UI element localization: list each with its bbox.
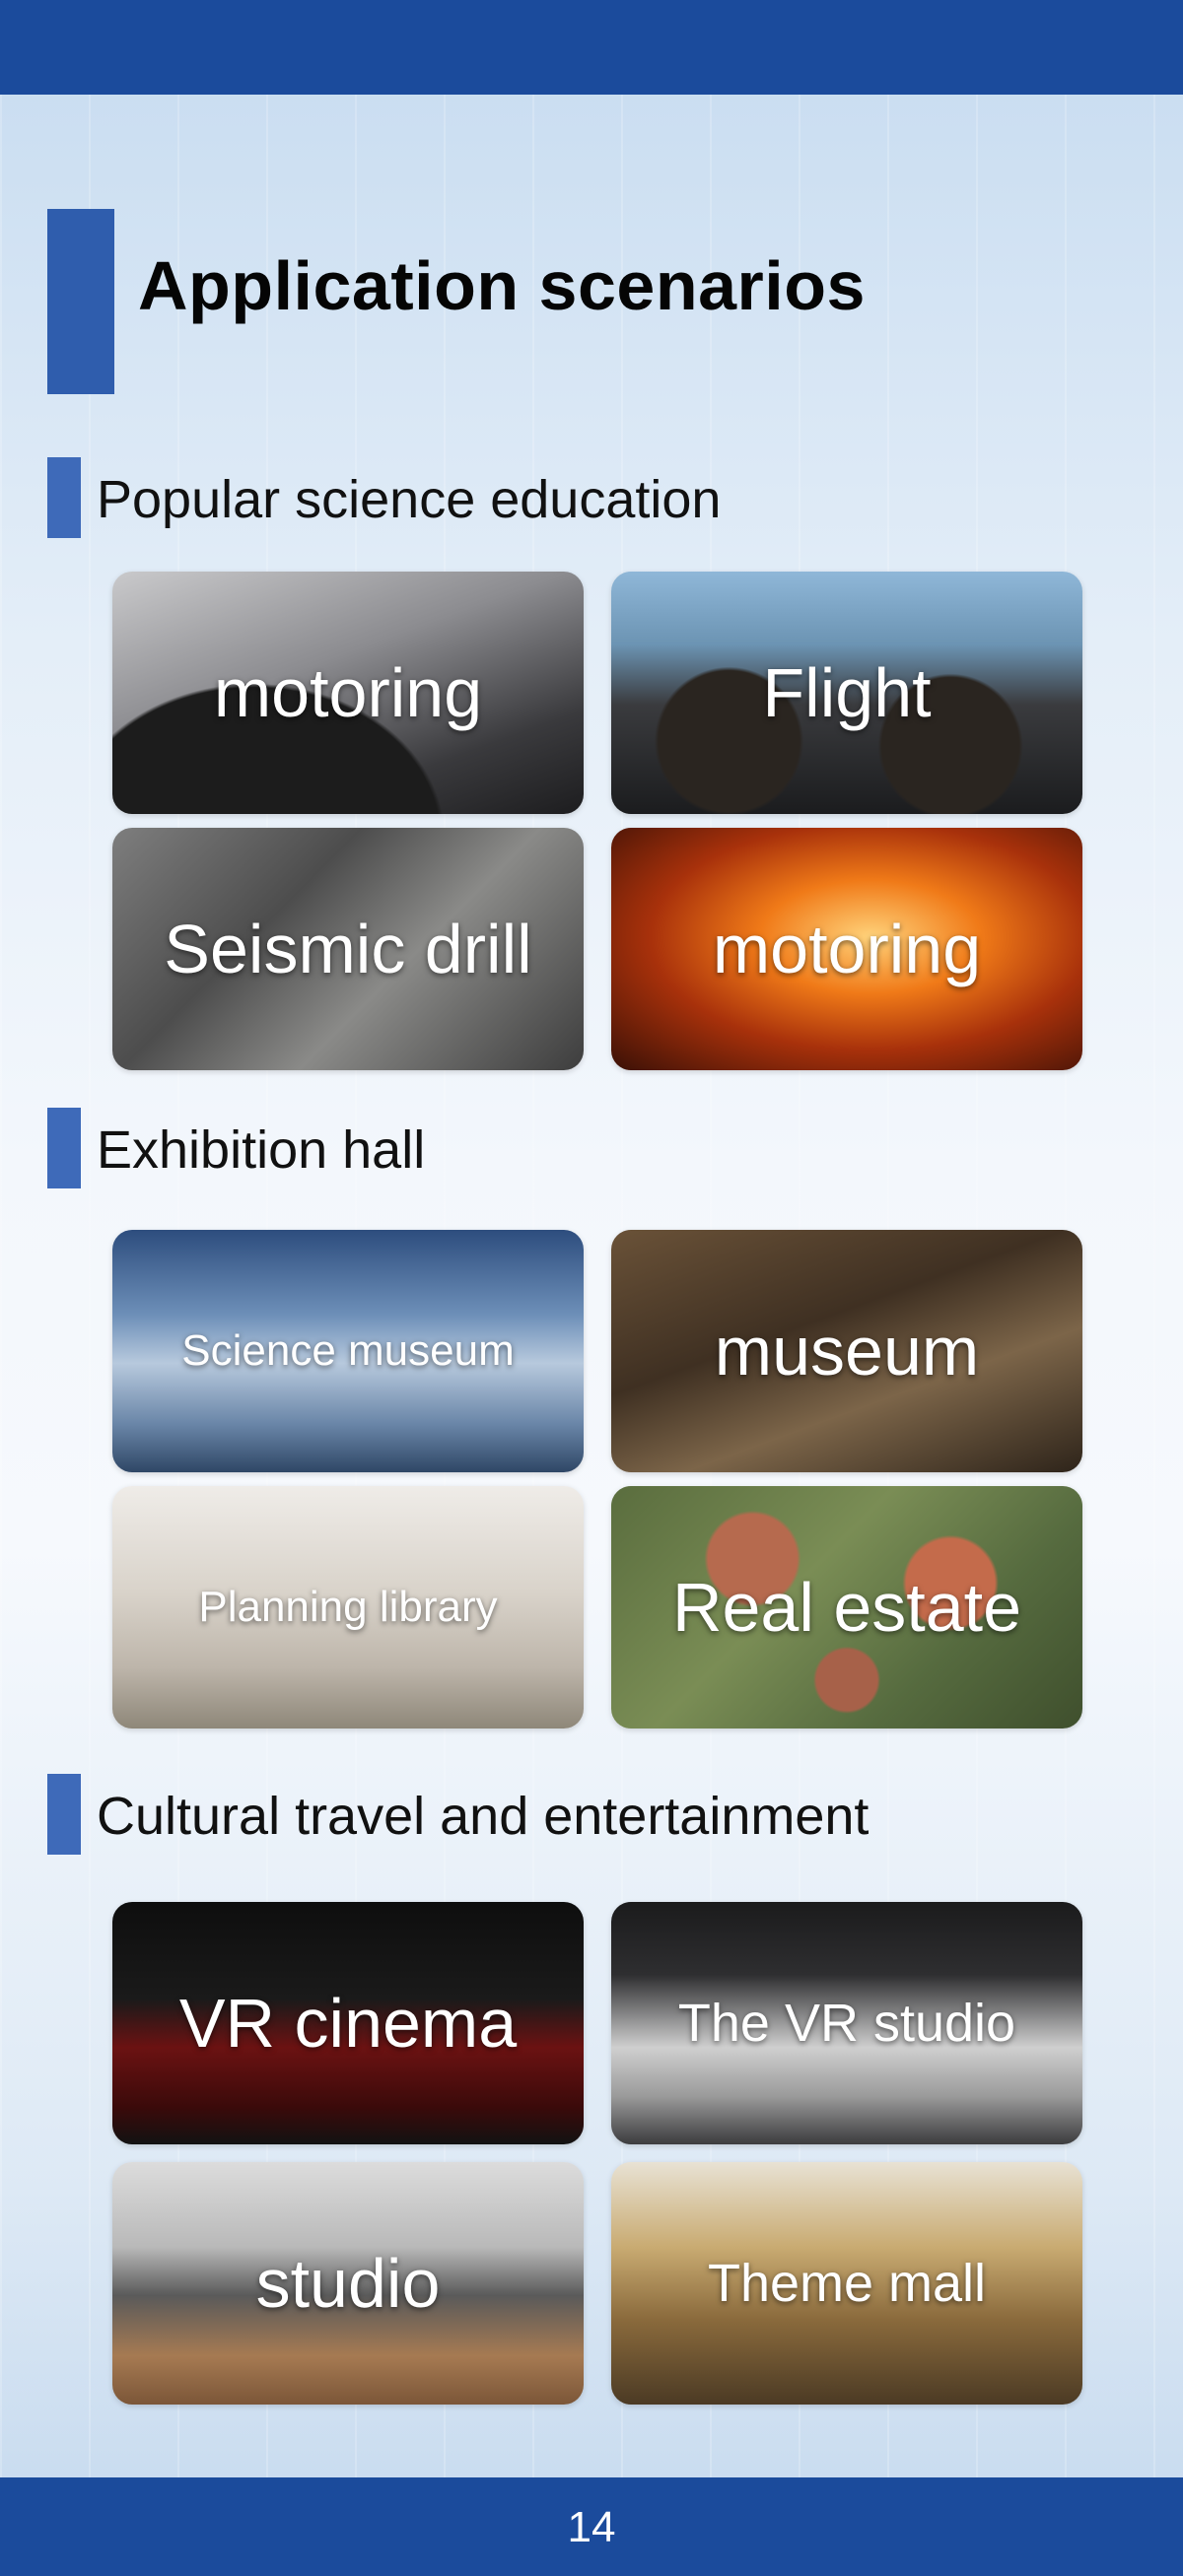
section-title-exhibition-hall: Exhibition hall	[97, 1120, 426, 1180]
tile-caption: Theme mall	[707, 2254, 987, 2313]
tile-caption: motoring	[213, 654, 483, 731]
section-title-cultural-travel: Cultural travel and entertainment	[97, 1787, 870, 1846]
tile-museum[interactable]: museum	[611, 1230, 1082, 1472]
tile-motoring[interactable]: motoring	[112, 572, 584, 814]
page-title: Application scenarios	[138, 247, 866, 324]
tile-vr-cinema[interactable]: VR cinema	[112, 1902, 584, 2144]
tile-flight[interactable]: Flight	[611, 572, 1082, 814]
tile-caption: Planning library	[198, 1583, 498, 1631]
tile-real-estate[interactable]: Real estate	[611, 1486, 1082, 1729]
tile-vr-studio[interactable]: The VR studio	[611, 1902, 1082, 2144]
tile-caption: motoring	[712, 911, 982, 987]
header-bar	[0, 0, 1183, 95]
tile-caption: studio	[255, 2245, 441, 2322]
tile-seismic-drill[interactable]: Seismic drill	[112, 828, 584, 1070]
tile-caption: Real estate	[671, 1569, 1022, 1646]
tile-caption: Science museum	[181, 1326, 515, 1375]
tile-science-museum[interactable]: Science museum	[112, 1230, 584, 1472]
tile-planning-library[interactable]: Planning library	[112, 1486, 584, 1729]
tile-caption: Flight	[762, 654, 932, 731]
tile-caption: VR cinema	[178, 1985, 518, 2062]
tile-caption: museum	[714, 1313, 980, 1390]
tile-caption: Seismic drill	[164, 911, 532, 987]
title-accent-block	[47, 209, 114, 394]
page-number: 14	[567, 2503, 616, 2551]
section-marker	[47, 1108, 81, 1188]
tile-fire[interactable]: motoring	[611, 828, 1082, 1070]
section-marker	[47, 457, 81, 538]
tile-studio[interactable]: studio	[112, 2162, 584, 2405]
tile-caption: The VR studio	[677, 1994, 1016, 2053]
tile-theme-mall[interactable]: Theme mall	[611, 2162, 1082, 2405]
section-marker	[47, 1774, 81, 1855]
section-title-popular-science: Popular science education	[97, 470, 722, 529]
